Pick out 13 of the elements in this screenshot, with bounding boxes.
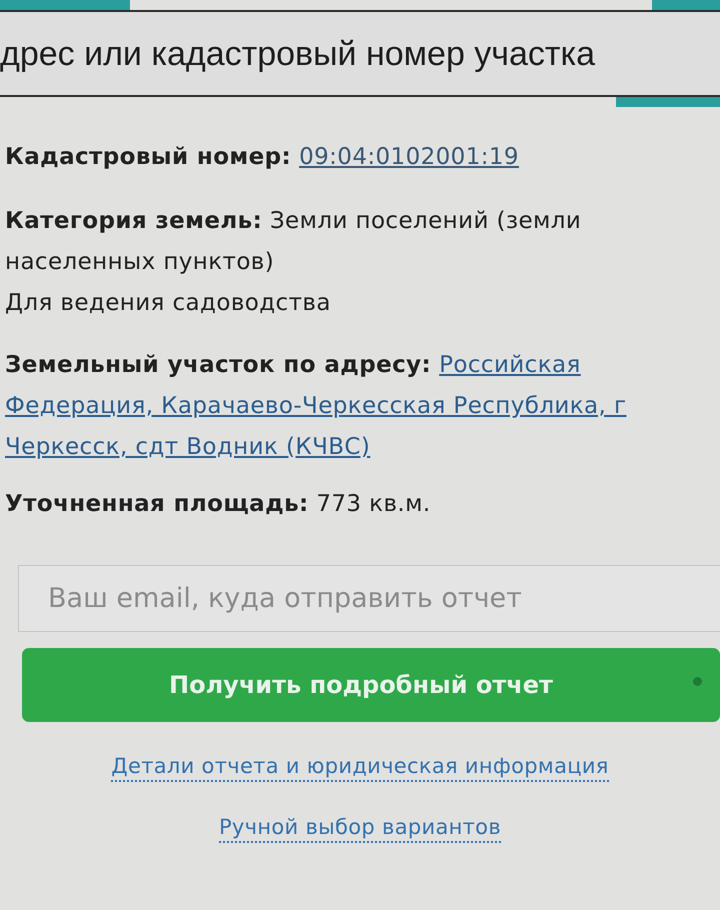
accent-strip: [652, 0, 720, 10]
land-category-text: Категория земель: Земли поселений (земли населенных пунктов): [5, 207, 582, 277]
cadastral-number-link[interactable]: 09:04:0102001:19: [299, 144, 519, 170]
dot-icon: [693, 677, 702, 686]
area-text: Уточненная площадь: 773 кв.м.: [5, 490, 432, 519]
page-title: дрес или кадастровый номер участка: [0, 34, 596, 74]
address-text: Земельный участок по адресу: Российская Федерация, Карачаево-Черкесская Республика, г Черкесск, сдт Водник (КЧВС): [5, 351, 628, 462]
text-link[interactable]: Ручной выбор вариантов: [218, 813, 502, 843]
email-field[interactable]: Ваш email, куда отправить отчет: [18, 565, 720, 632]
report-button[interactable]: Получить подробный отчет: [22, 648, 720, 722]
text-link[interactable]: Детали отчета и юридическая информация: [111, 752, 609, 782]
field-label: Кадастровый номер:: [5, 144, 292, 170]
permitted-use-text: Для ведения садоводства: [5, 289, 332, 318]
